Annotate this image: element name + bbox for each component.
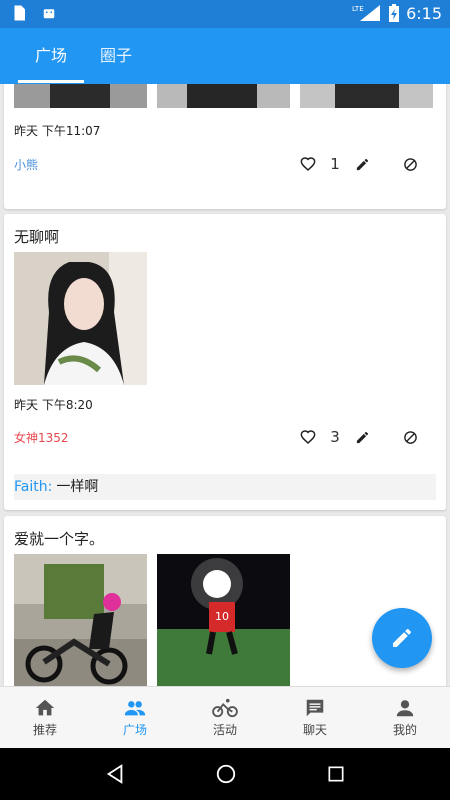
pencil-icon xyxy=(393,629,411,647)
post-time: 昨天 下午11:07 xyxy=(14,124,101,138)
bike-icon xyxy=(212,698,238,718)
post-author[interactable]: 女神1352 xyxy=(14,429,69,446)
post-image[interactable] xyxy=(157,84,290,108)
recents-icon[interactable] xyxy=(326,764,346,784)
block-icon xyxy=(403,430,417,444)
tab-circles[interactable]: 圈子 xyxy=(88,28,144,84)
comment-text: 一样啊 xyxy=(56,479,99,495)
app-bar: 广场 圈子 xyxy=(0,28,450,84)
chat-icon xyxy=(306,699,324,717)
block-icon xyxy=(403,157,417,171)
like-button[interactable] xyxy=(296,425,320,449)
comment-author[interactable]: Faith: xyxy=(14,479,52,495)
post-actions: 3 xyxy=(296,425,422,449)
post-card[interactable]: 无聊啊 昨天 下午8:20 女神1352 3 Faith: 一样啊 xyxy=(4,214,446,510)
bottom-nav: 推荐 广场 活动 聊天 我的 xyxy=(0,686,450,748)
block-button[interactable] xyxy=(398,152,422,176)
post-image[interactable] xyxy=(14,84,147,108)
back-icon[interactable] xyxy=(104,763,126,785)
heart-outline-icon xyxy=(300,430,316,445)
post-time: 昨天 下午8:20 xyxy=(14,398,93,412)
nav-label: 聊天 xyxy=(302,723,327,737)
post-card[interactable]: 昨天 下午11:07 小熊 1 xyxy=(4,84,446,209)
nav-label: 广场 xyxy=(122,723,147,737)
svg-text:LTE: LTE xyxy=(352,5,364,13)
post-title: 爱就一个字。 xyxy=(14,530,105,548)
nav-square[interactable]: 广场 xyxy=(90,687,180,748)
battery-icon xyxy=(389,4,400,22)
person-icon xyxy=(396,700,414,717)
clock: 6:15 xyxy=(406,3,442,23)
pencil-icon xyxy=(356,431,368,443)
svg-text:10: 10 xyxy=(215,610,229,623)
post-image[interactable] xyxy=(14,252,147,385)
people-icon xyxy=(124,701,146,716)
edit-button[interactable] xyxy=(350,152,374,176)
like-button[interactable] xyxy=(296,152,320,176)
post-card[interactable]: 爱就一个字。 10 xyxy=(4,516,446,686)
sd-card-icon xyxy=(14,5,25,21)
post-image[interactable]: 10 xyxy=(157,554,290,686)
nav-chat[interactable]: 聊天 xyxy=(270,687,360,748)
pencil-icon xyxy=(356,158,368,170)
like-count: 1 xyxy=(330,155,340,173)
comment-row[interactable]: Faith: 一样啊 xyxy=(14,474,436,500)
post-image[interactable] xyxy=(300,84,433,108)
nav-recommend[interactable]: 推荐 xyxy=(0,687,90,748)
edit-button[interactable] xyxy=(350,425,374,449)
post-actions: 1 xyxy=(296,152,422,176)
nav-me[interactable]: 我的 xyxy=(360,687,450,748)
nav-label: 活动 xyxy=(212,723,237,737)
post-image[interactable] xyxy=(14,554,147,686)
system-nav-bar xyxy=(0,748,450,800)
like-count: 3 xyxy=(330,428,340,446)
block-button[interactable] xyxy=(398,425,422,449)
android-icon xyxy=(43,9,55,19)
heart-outline-icon xyxy=(300,157,316,172)
compose-fab[interactable] xyxy=(372,608,432,668)
nav-label: 推荐 xyxy=(32,723,57,737)
post-author[interactable]: 小熊 xyxy=(14,156,38,173)
feed[interactable]: 昨天 下午11:07 小熊 1 无聊啊 昨天 下午8:20 女神1352 3 F… xyxy=(0,84,450,686)
lte-signal-icon: LTE xyxy=(352,5,381,21)
home-icon xyxy=(35,699,55,716)
status-bar: LTE 6:15 xyxy=(0,0,450,28)
nav-label: 我的 xyxy=(392,723,417,737)
nav-activity[interactable]: 活动 xyxy=(180,687,270,748)
tab-square[interactable]: 广场 xyxy=(18,28,84,84)
tab-indicator xyxy=(18,80,84,83)
post-title: 无聊啊 xyxy=(14,228,60,246)
home-circle-icon[interactable] xyxy=(215,763,237,785)
